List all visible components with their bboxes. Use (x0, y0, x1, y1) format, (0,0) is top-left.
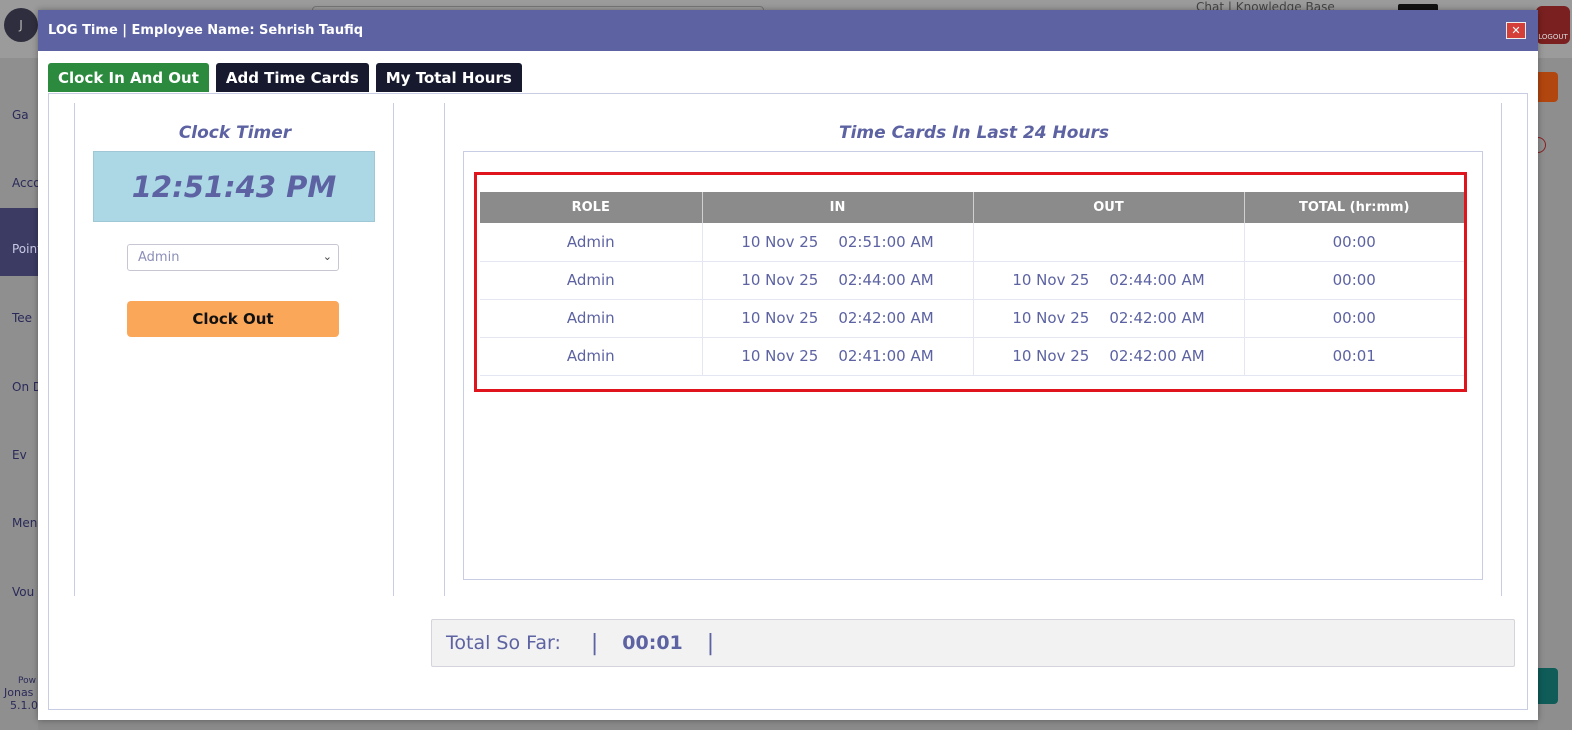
separator: | (590, 630, 599, 656)
cell-in-time: 02:51:00 AM (838, 232, 934, 251)
cell-total: 00:00 (1244, 223, 1464, 262)
cell-in-time: 02:41:00 AM (838, 347, 934, 365)
cell-out-time: 02:42:00 AM (1109, 309, 1205, 327)
table-row: Admin 10 Nov 25 02:42:00 AM 10 Nov 25 02:4… (480, 299, 1464, 338)
cell-out: 10 Nov 25 02:44:00 AM (973, 261, 1245, 300)
cell-total: 00:01 (1244, 337, 1464, 376)
column-header-total: TOTAL (hr:mm) (1244, 192, 1464, 223)
time-cards-table: ROLE IN OUT TOTAL (hr:mm) Admin 10 Nov 2… (480, 192, 1464, 376)
clock-timer-display: 12:51:43 PM (93, 151, 375, 222)
column-header-in: IN (702, 192, 974, 223)
cell-out-date: 10 Nov 25 (1012, 271, 1090, 289)
cell-in: 10 Nov 25 02:41:00 AM (702, 337, 974, 376)
cell-role: Admin (480, 299, 703, 338)
background-footer-text: Pow (18, 676, 36, 686)
tab-clock-in-and-out[interactable]: Clock In And Out (48, 63, 209, 92)
cell-role: Admin (480, 261, 703, 300)
tab-my-total-hours[interactable]: My Total Hours (375, 63, 522, 92)
background-nav-item: Ga (12, 108, 29, 122)
time-cards-title: Time Cards In Last 24 Hours (838, 123, 1110, 143)
logout-label: LOGOUT (1538, 33, 1568, 41)
cell-out-date: 10 Nov 25 (1012, 347, 1090, 365)
column-header-out: OUT (973, 192, 1245, 223)
background-nav-item: On D (12, 380, 38, 394)
background-nav-item: Vou (12, 585, 35, 599)
background-footer-text: Jonas (4, 686, 34, 699)
cell-in: 10 Nov 25 02:42:00 AM (702, 299, 974, 338)
cell-in-date: 10 Nov 25 (741, 232, 819, 251)
column-header-role: ROLE (480, 192, 703, 223)
cell-in-date: 10 Nov 25 (741, 347, 819, 365)
time-cards-panel: Time Cards In Last 24 Hours ROLE IN OUT … (444, 103, 1502, 596)
table-row: Admin 10 Nov 25 02:44:00 AM 10 Nov 25 02:4… (480, 261, 1464, 300)
cell-in-time: 02:42:00 AM (838, 309, 934, 327)
total-so-far-bar: Total So Far: | 00:01 | (431, 619, 1515, 667)
background-right-panel (1538, 58, 1572, 730)
clock-out-button[interactable]: Clock Out (127, 301, 339, 337)
logout-button: LOGOUT (1536, 6, 1570, 44)
table-header-row: ROLE IN OUT TOTAL (hr:mm) (480, 192, 1464, 223)
highlight-box: ROLE IN OUT TOTAL (hr:mm) Admin 10 Nov 2… (474, 172, 1467, 392)
cell-out-time: 02:44:00 AM (1109, 271, 1205, 289)
table-row: Admin 10 Nov 25 02:41:00 AM 10 Nov 25 02:4… (480, 337, 1464, 376)
background-footer-text: 5.1.0 (10, 699, 38, 712)
cell-in: 10 Nov 25 02:51:00 AM (702, 223, 974, 262)
cell-in-time: 02:44:00 AM (838, 271, 934, 289)
role-select-value: Admin (138, 250, 180, 265)
cell-in: 10 Nov 25 02:44:00 AM (702, 261, 974, 300)
close-button[interactable]: ✕ (1506, 22, 1526, 39)
cell-role: Admin (480, 223, 703, 262)
cell-out (973, 223, 1245, 262)
cell-out: 10 Nov 25 02:42:00 AM (973, 337, 1245, 376)
tab-add-time-cards[interactable]: Add Time Cards (215, 63, 369, 92)
role-select[interactable]: Admin ⌄ (127, 244, 339, 271)
chevron-down-icon: ⌄ (322, 250, 332, 263)
cell-total: 00:00 (1244, 299, 1464, 338)
total-label: Total So Far: (446, 632, 561, 654)
table-row: Admin 10 Nov 25 02:51:00 AM 00:00 (480, 223, 1464, 262)
cell-role: Admin (480, 337, 703, 376)
separator: | (706, 630, 715, 656)
background-nav-item-active: Point (0, 208, 38, 276)
log-time-modal: LOG Time | Employee Name: Sehrish Taufiq… (38, 10, 1538, 720)
cell-in-date: 10 Nov 25 (741, 271, 819, 289)
modal-header: LOG Time | Employee Name: Sehrish Taufiq… (38, 10, 1538, 51)
cell-out-date: 10 Nov 25 (1012, 309, 1090, 327)
total-value: 00:01 (622, 632, 683, 654)
cell-total: 00:00 (1244, 261, 1464, 300)
background-nav-item: Ev (12, 448, 27, 462)
cell-out-time: 02:42:00 AM (1109, 347, 1205, 365)
app-logo: J (4, 8, 38, 42)
tab-bar: Clock In And Out Add Time Cards My Total… (48, 63, 522, 92)
time-cards-container: ROLE IN OUT TOTAL (hr:mm) Admin 10 Nov 2… (463, 151, 1483, 580)
background-nav-item: Acco (12, 176, 38, 190)
background-nav-item: Men (12, 516, 38, 530)
cell-in-date: 10 Nov 25 (741, 309, 819, 327)
modal-title: LOG Time | Employee Name: Sehrish Taufiq (48, 23, 364, 38)
background-sidebar (0, 58, 38, 730)
background-nav-item: Tee (12, 311, 33, 325)
clock-title: Clock Timer (178, 123, 292, 143)
cell-out: 10 Nov 25 02:42:00 AM (973, 299, 1245, 338)
close-icon: ✕ (1511, 24, 1521, 37)
clock-panel: Clock Timer 12:51:43 PM Admin ⌄ Clock Ou… (74, 103, 394, 596)
